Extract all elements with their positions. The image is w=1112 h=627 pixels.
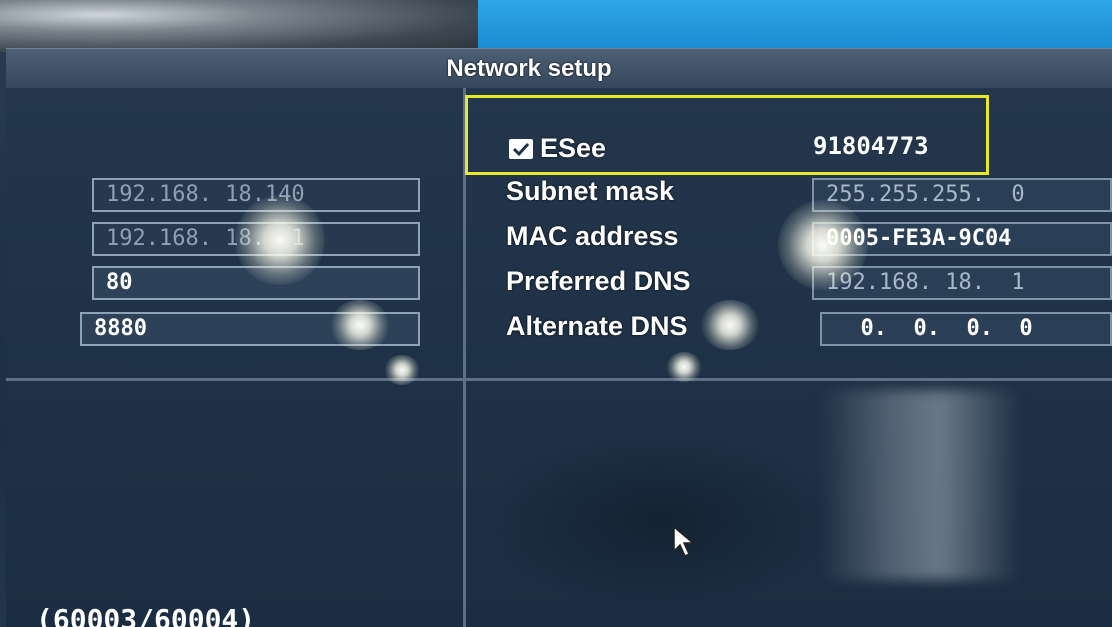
mouse-pointer-icon [673,525,696,558]
glare-spot [778,200,868,290]
title-bar: Network setup [6,48,1112,90]
glare-spot [666,352,702,382]
glare-spot [384,355,420,385]
glare-spot [700,300,760,350]
glare-spot [330,300,390,350]
horizontal-divider [6,378,1112,381]
esee-checkbox[interactable] [509,139,533,159]
window-title: Network setup [446,55,612,82]
background-video-right [478,0,1112,52]
background-video-left [0,0,478,52]
esee-label: ESee [540,133,607,163]
screen-reflection [820,390,1020,580]
dvr-screen: Network setup 192.168. 18.140 192.168. 1… [0,0,1112,627]
subnet-mask-field[interactable]: 255.255.255. 0 [812,178,1112,212]
check-icon [512,142,530,157]
alternate-dns-label: Alternate DNS [506,311,688,341]
screen-shadow [480,430,840,610]
esee-id-value: 91804773 [813,132,929,160]
mac-address-label: MAC address [506,221,679,251]
port-range-text: (60003/60004) [36,603,256,627]
subnet-mask-label: Subnet mask [506,176,675,206]
preferred-dns-label: Preferred DNS [506,266,691,296]
alternate-dns-field[interactable]: 0. 0. 0. 0 [820,312,1112,346]
glare-spot [235,195,325,285]
